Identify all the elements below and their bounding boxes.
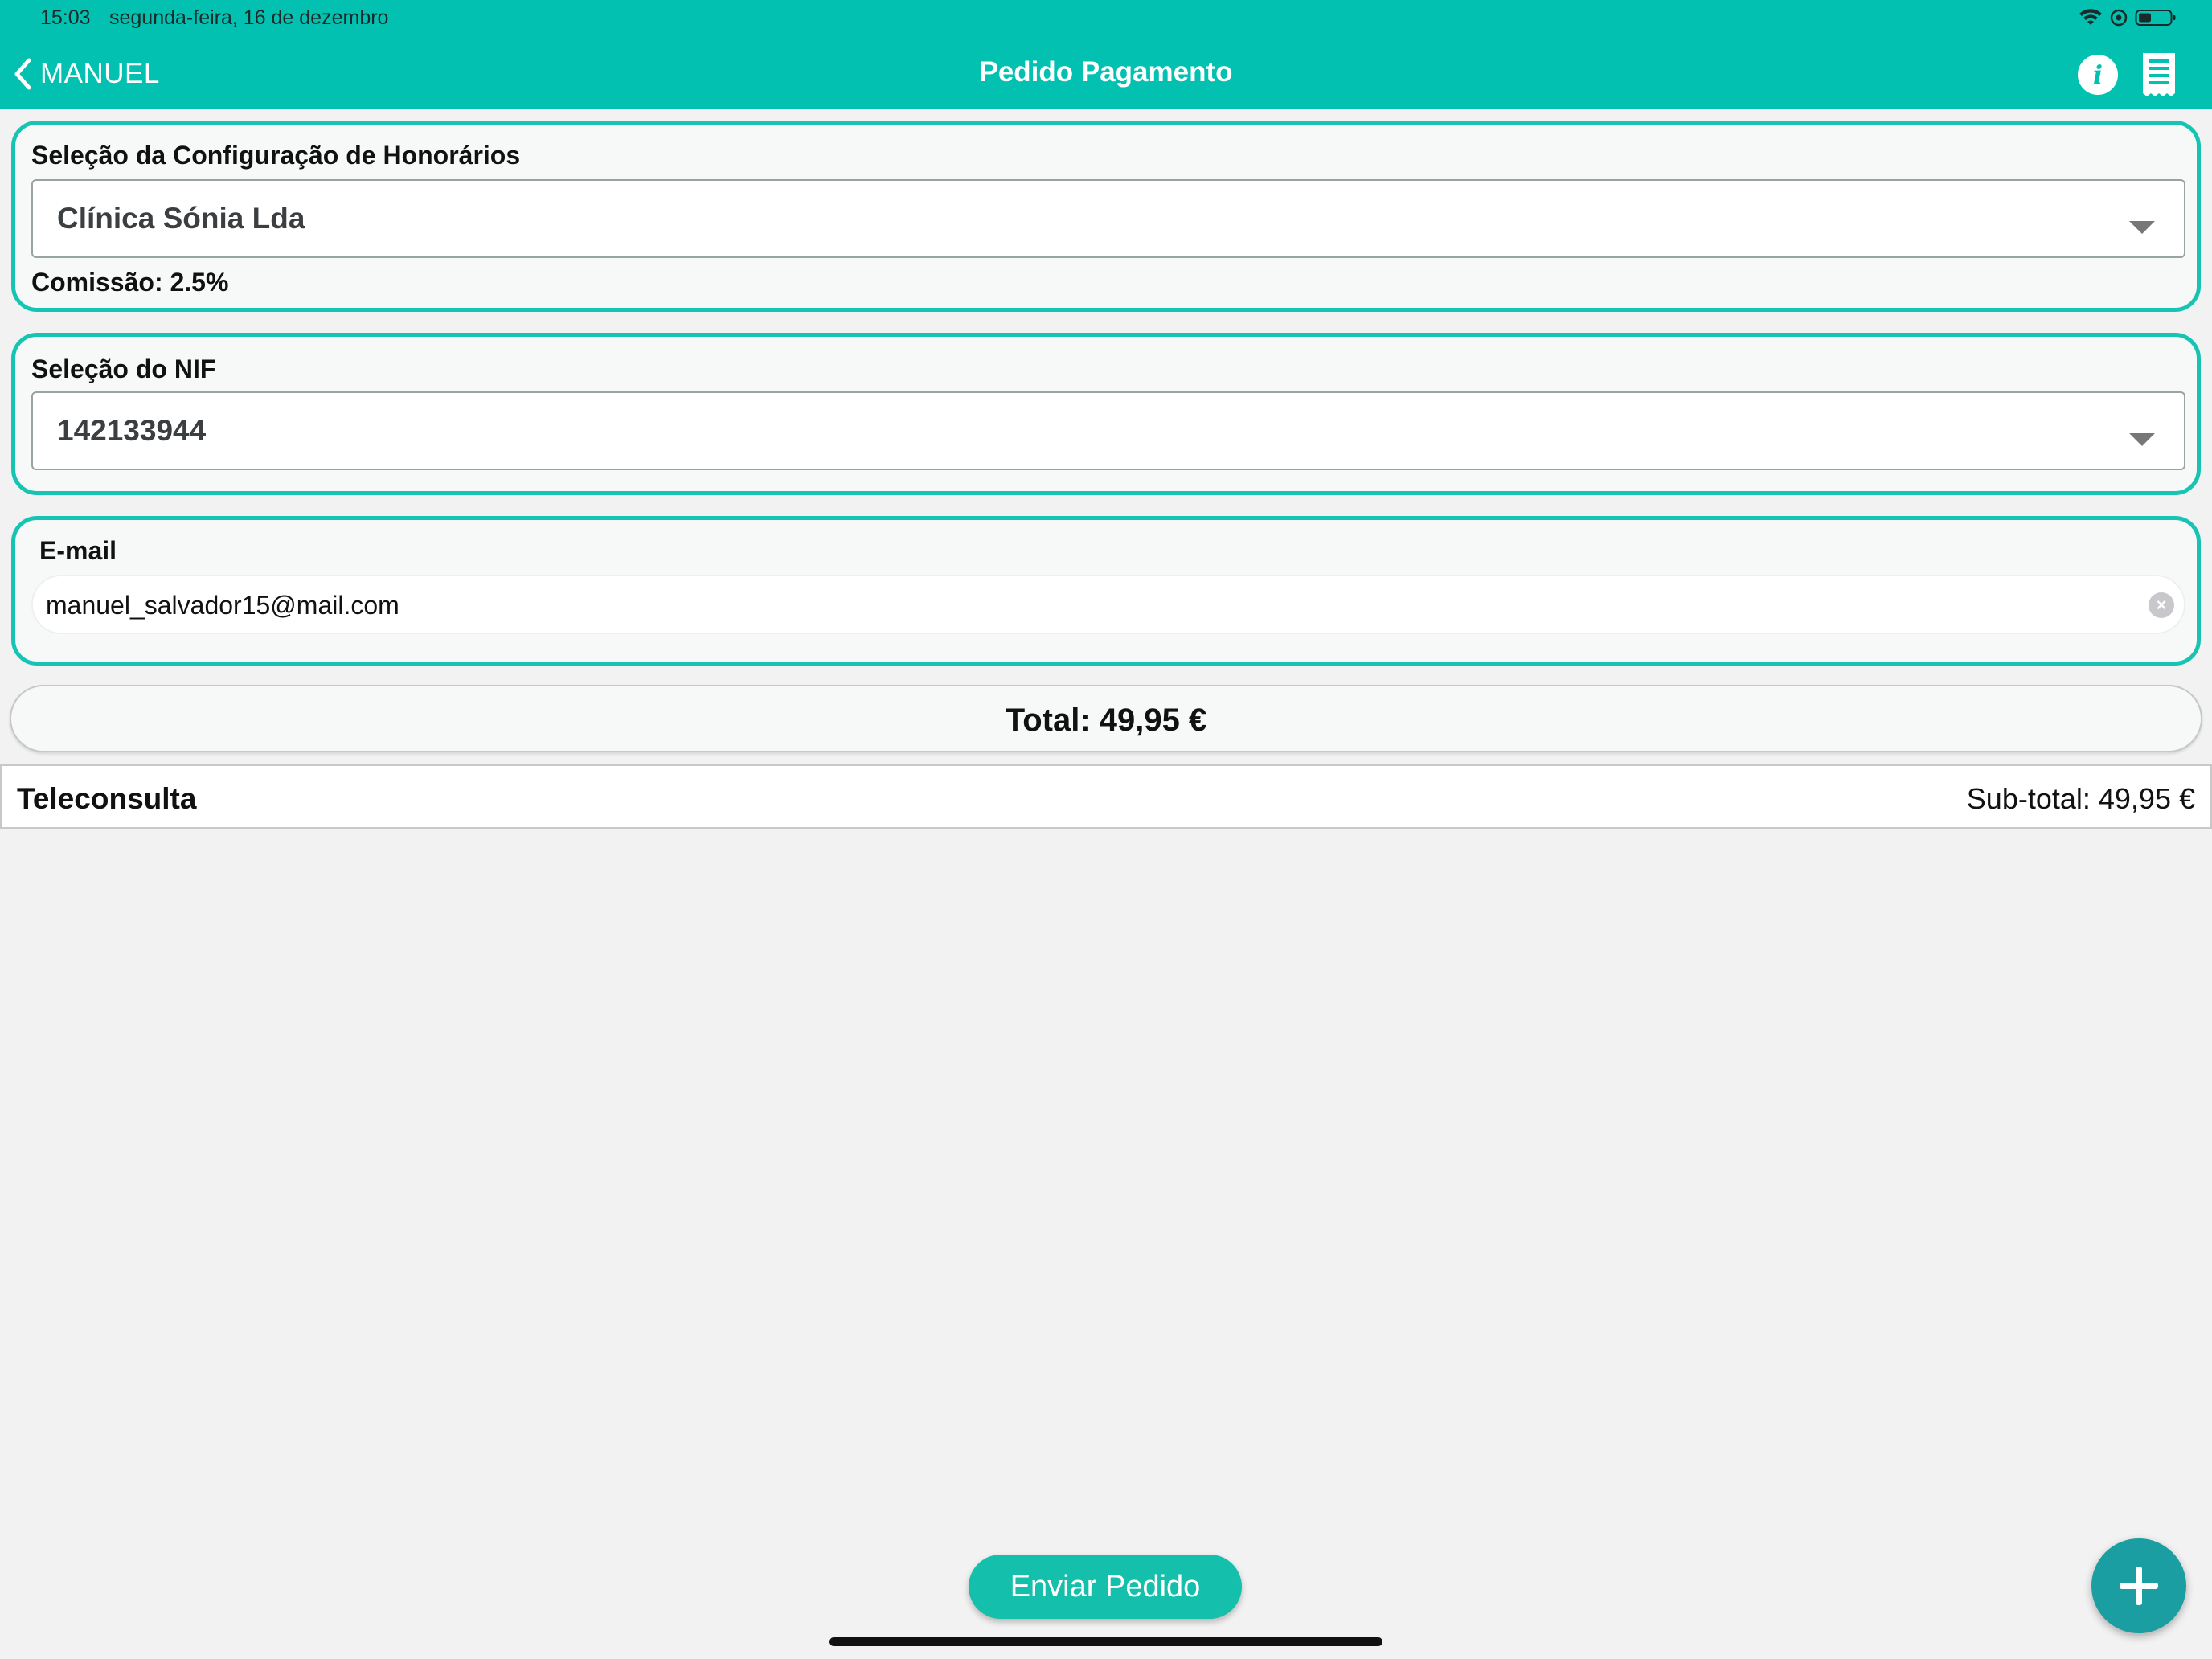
nav-bar: 15:03 segunda-feira, 16 de dezembro MANU… (0, 0, 2212, 109)
email-label: E-mail (39, 536, 117, 565)
nif-label: Seleção do NIF (31, 354, 216, 383)
receipt-icon[interactable] (2141, 51, 2177, 98)
fee-config-card: Seleção da Configuração de Honorários Cl… (11, 121, 2201, 312)
fee-config-select[interactable]: Clínica Sónia Lda (31, 179, 2185, 258)
total-bar: Total: 49,95 € (10, 685, 2202, 752)
total-text: Total: 49,95 € (1005, 703, 1207, 738)
item-name: Teleconsulta (17, 782, 197, 815)
send-request-button[interactable]: Enviar Pedido (969, 1555, 1242, 1619)
info-icon: i (2092, 59, 2103, 90)
commission-text: Comissão: 2.5% (31, 268, 229, 297)
info-button[interactable]: i (2078, 55, 2118, 95)
caret-down-icon (2129, 221, 2155, 234)
location-lock-icon (2110, 9, 2128, 27)
home-indicator (830, 1637, 1382, 1646)
email-card: E-mail manuel_salvador15@mail.com × (11, 516, 2201, 666)
add-button[interactable] (2091, 1538, 2186, 1633)
email-value: manuel_salvador15@mail.com (46, 591, 399, 620)
nif-select[interactable]: 142133944 (31, 391, 2185, 470)
email-field[interactable]: manuel_salvador15@mail.com × (31, 575, 2185, 634)
fee-config-label: Seleção da Configuração de Honorários (31, 141, 521, 170)
nif-selected-value: 142133944 (57, 414, 207, 447)
plus-icon (2120, 1567, 2158, 1605)
fee-config-selected-value: Clínica Sónia Lda (57, 202, 305, 235)
status-time: 15:03 (40, 6, 91, 29)
wifi-icon (2079, 9, 2102, 25)
status-icons (2079, 8, 2177, 27)
caret-down-icon (2129, 433, 2155, 446)
page-title: Pedido Pagamento (979, 56, 1233, 88)
screen: 15:03 segunda-feira, 16 de dezembro MANU… (0, 0, 2212, 1659)
item-subtotal: Sub-total: 49,95 € (1966, 782, 2195, 815)
list-item[interactable]: Teleconsulta Sub-total: 49,95 € (0, 764, 2212, 830)
battery-icon (2135, 10, 2176, 26)
nif-card: Seleção do NIF 142133944 (11, 333, 2201, 495)
clear-icon[interactable]: × (2149, 592, 2174, 618)
status-date: segunda-feira, 16 de dezembro (109, 6, 389, 29)
